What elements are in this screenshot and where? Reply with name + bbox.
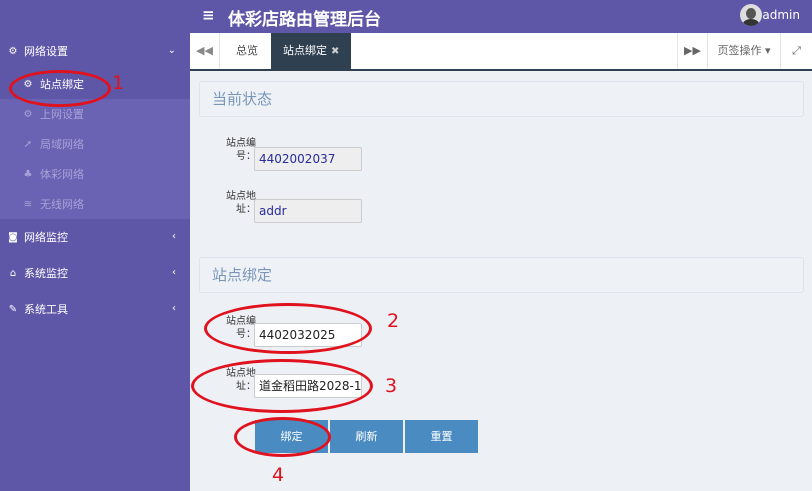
reset-button[interactable]: 重置 — [405, 420, 478, 453]
current-station-addr-field: addr — [254, 199, 362, 223]
refresh-button[interactable]: 刷新 — [330, 420, 403, 453]
gear-icon: ⚙ — [23, 108, 33, 120]
menu-group-system-tools[interactable]: ✎ 系统工具 ‹ — [0, 291, 190, 327]
tab-station-binding[interactable]: 站点绑定 ✖ — [271, 33, 352, 69]
wifi-icon: ≋ — [23, 198, 33, 210]
sidebar-item-internet-settings[interactable]: ⚙ 上网设置 — [0, 99, 190, 129]
sidebar-item-label: 无线网络 — [40, 198, 84, 211]
station-binding-header: 站点绑定 — [199, 257, 804, 293]
menu-group-network-monitor[interactable]: ◙ 网络监控 ‹ — [0, 219, 190, 255]
menu-group-system-monitor[interactable]: ⌂ 系统监控 ‹ — [0, 255, 190, 291]
chevron-down-icon: ⌄ — [167, 45, 176, 56]
app-title: 体彩店路由管理后台 — [228, 10, 381, 30]
sidebar-item-label: 局域网络 — [40, 138, 84, 151]
backward-icon: ◀◀ — [196, 44, 213, 57]
current-status-header: 当前状态 — [199, 81, 804, 117]
menu-toggle-icon[interactable]: ≡ — [202, 6, 215, 24]
top-header: ≡ 体彩店路由管理后台 admin — [190, 0, 812, 33]
username[interactable]: admin — [762, 8, 800, 22]
page-ops-label: 页签操作 — [717, 44, 762, 57]
annotation-number-1: 1 — [112, 72, 125, 94]
chevron-left-icon: ‹ — [172, 303, 176, 314]
chevron-left-icon: ‹ — [172, 231, 176, 242]
annotation-ellipse-1 — [9, 70, 111, 107]
menu-group-label: 网络设置 — [24, 45, 68, 58]
chevron-left-icon: ‹ — [172, 267, 176, 278]
caret-down-icon: ▾ — [761, 44, 771, 57]
sidebar-item-label: 上网设置 — [40, 108, 84, 121]
menu-group-network-settings[interactable]: ⚙ 网络设置 ⌄ — [0, 33, 190, 69]
sidebar-item-wireless[interactable]: ≋ 无线网络 — [0, 189, 190, 219]
tab-scroll-right-button[interactable]: ▶▶ — [677, 33, 707, 69]
annotation-ellipse-2 — [204, 303, 372, 354]
annotation-number-4: 4 — [272, 464, 285, 486]
rocket-icon: ➚ — [23, 138, 33, 150]
sidebar-item-label: 体彩网络 — [40, 168, 84, 181]
sidebar-item-lottery-network[interactable]: ♣ 体彩网络 — [0, 159, 190, 189]
menu-group-label: 网络监控 — [24, 231, 68, 244]
close-icon[interactable]: ✖ — [331, 46, 339, 57]
annotation-number-2: 2 — [387, 310, 400, 332]
forward-icon: ▶▶ — [684, 44, 701, 57]
sidebar-top — [0, 0, 190, 33]
avatar-face — [746, 8, 756, 19]
current-station-addr-label: 站点地址： — [226, 191, 256, 215]
avatar-body — [743, 19, 759, 26]
wrench-icon: ✎ — [8, 303, 18, 315]
bank-icon: ⌂ — [9, 267, 17, 279]
fullscreen-button[interactable]: ⤢ — [780, 33, 812, 69]
annotation-ellipse-4 — [234, 417, 331, 457]
tab-label: 总览 — [236, 44, 258, 57]
tab-scroll-left-button[interactable]: ◀◀ — [190, 33, 220, 69]
avatar[interactable] — [740, 4, 762, 26]
tab-overview[interactable]: 总览 — [224, 33, 270, 69]
camera-icon: ◙ — [8, 231, 18, 243]
expand-icon: ⤢ — [792, 44, 801, 57]
annotation-number-3: 3 — [385, 375, 398, 397]
current-station-no-label: 站点编号： — [226, 138, 256, 162]
menu-group-label: 系统工具 — [24, 303, 68, 316]
bell-icon: ♣ — [23, 168, 33, 180]
menu-group-label: 系统监控 — [24, 267, 68, 280]
page-ops-dropdown[interactable]: 页签操作 ▾ — [707, 33, 780, 69]
tab-bar: ◀◀ 总览 站点绑定 ✖ ▶▶ 页签操作 ▾ ⤢ — [190, 33, 812, 71]
annotation-ellipse-3 — [191, 359, 373, 413]
tab-label: 站点绑定 — [283, 44, 327, 57]
current-station-no-field: 4402002037 — [254, 147, 362, 171]
gears-icon: ⚙ — [8, 45, 18, 57]
sidebar-item-lan[interactable]: ➚ 局域网络 — [0, 129, 190, 159]
